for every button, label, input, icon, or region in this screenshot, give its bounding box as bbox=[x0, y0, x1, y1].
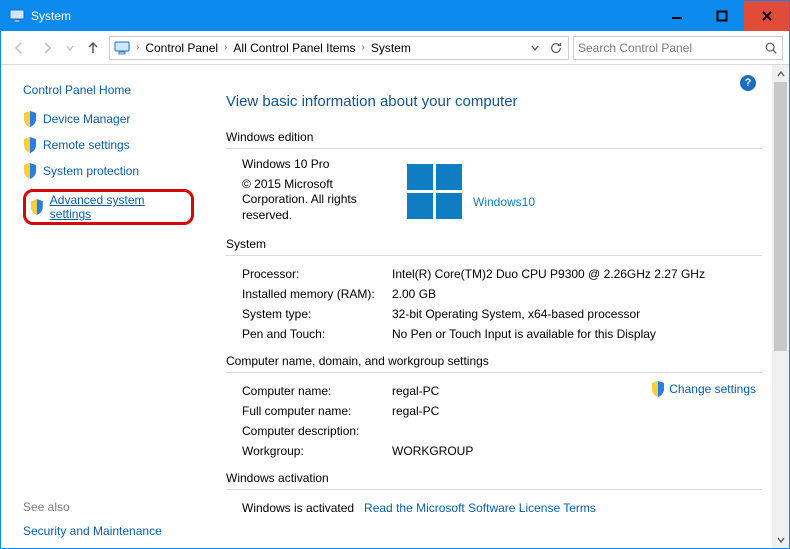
refresh-button[interactable] bbox=[548, 36, 564, 60]
section-windows-edition: Windows edition bbox=[226, 130, 762, 149]
computer-description-label: Computer description: bbox=[242, 424, 392, 438]
minimize-button[interactable] bbox=[654, 1, 699, 31]
breadcrumb[interactable]: › Control Panel › All Control Panel Item… bbox=[109, 36, 569, 60]
sidebar-item-advanced-system-settings[interactable]: Advanced system settings bbox=[23, 189, 194, 225]
crumb-dropdown-icon[interactable] bbox=[530, 43, 540, 53]
system-icon bbox=[9, 8, 25, 24]
workgroup-label: Workgroup: bbox=[242, 444, 392, 458]
processor-value: Intel(R) Core(TM)2 Duo CPU P9300 @ 2.26G… bbox=[392, 267, 762, 281]
sidebar-item-label: Device Manager bbox=[43, 112, 130, 126]
forward-button[interactable] bbox=[35, 36, 59, 60]
search-icon[interactable] bbox=[764, 41, 778, 55]
scroll-thumb[interactable] bbox=[774, 82, 787, 351]
full-computer-name-value: regal-PC bbox=[392, 404, 762, 418]
windows-logo: Windows10 bbox=[401, 157, 762, 227]
scroll-track[interactable] bbox=[772, 82, 789, 531]
see-also-security-maintenance[interactable]: Security and Maintenance bbox=[23, 524, 194, 538]
chevron-right-icon[interactable]: › bbox=[222, 42, 229, 53]
processor-label: Processor: bbox=[242, 267, 392, 281]
windows-copyright: © 2015 Microsoft Corporation. All rights… bbox=[242, 177, 401, 224]
computer-description-value bbox=[392, 424, 762, 438]
computer-name-label: Computer name: bbox=[242, 384, 392, 398]
up-button[interactable] bbox=[81, 36, 105, 60]
see-also-header: See also bbox=[23, 500, 194, 514]
maximize-button[interactable] bbox=[699, 1, 744, 31]
help-button[interactable]: ? bbox=[740, 75, 756, 91]
shield-icon bbox=[23, 111, 37, 127]
address-bar: › Control Panel › All Control Panel Item… bbox=[1, 31, 789, 65]
change-settings-link[interactable]: Change settings bbox=[651, 381, 756, 397]
search-placeholder: Search Control Panel bbox=[578, 41, 692, 55]
license-terms-link[interactable]: Read the Microsoft Software License Term… bbox=[364, 501, 596, 515]
workgroup-value: WORKGROUP bbox=[392, 444, 762, 458]
sidebar-item-remote-settings[interactable]: Remote settings bbox=[23, 137, 194, 153]
scroll-down-button[interactable] bbox=[772, 531, 789, 548]
sidebar-item-device-manager[interactable]: Device Manager bbox=[23, 111, 194, 127]
change-settings-label: Change settings bbox=[669, 382, 756, 396]
shield-icon bbox=[23, 137, 37, 153]
activation-status: Windows is activated bbox=[242, 501, 354, 515]
window-title: System bbox=[31, 9, 654, 23]
section-activation: Windows activation bbox=[226, 471, 762, 490]
search-input[interactable]: Search Control Panel bbox=[573, 36, 783, 60]
crumb-all-items[interactable]: All Control Panel Items bbox=[233, 41, 355, 55]
sidebar-item-label: System protection bbox=[43, 164, 139, 178]
shield-icon bbox=[651, 381, 665, 397]
windows-logo-text: Windows10 bbox=[473, 195, 535, 209]
windows-edition-name: Windows 10 Pro bbox=[242, 157, 401, 173]
content-panel: ? View basic information about your comp… bbox=[206, 65, 772, 548]
pen-touch-value: No Pen or Touch Input is available for t… bbox=[392, 327, 762, 341]
crumb-system[interactable]: System bbox=[371, 41, 411, 55]
ram-label: Installed memory (RAM): bbox=[242, 287, 392, 301]
shield-icon bbox=[23, 163, 37, 179]
system-type-value: 32-bit Operating System, x64-based proce… bbox=[392, 307, 762, 321]
back-button[interactable] bbox=[7, 36, 31, 60]
system-type-label: System type: bbox=[242, 307, 392, 321]
sidebar-item-system-protection[interactable]: System protection bbox=[23, 163, 194, 179]
recent-dropdown[interactable] bbox=[63, 36, 77, 60]
control-panel-home-link[interactable]: Control Panel Home bbox=[23, 83, 194, 97]
crumb-control-panel[interactable]: Control Panel bbox=[145, 41, 218, 55]
pen-touch-label: Pen and Touch: bbox=[242, 327, 392, 341]
titlebar: System bbox=[1, 1, 789, 31]
section-system: System bbox=[226, 237, 762, 256]
page-title: View basic information about your comput… bbox=[226, 93, 762, 110]
chevron-right-icon[interactable]: › bbox=[134, 42, 141, 53]
vertical-scrollbar[interactable] bbox=[772, 65, 789, 548]
close-button[interactable] bbox=[744, 1, 789, 31]
sidebar-item-label: Remote settings bbox=[43, 138, 130, 152]
section-computer-name: Computer name, domain, and workgroup set… bbox=[226, 354, 762, 373]
full-computer-name-label: Full computer name: bbox=[242, 404, 392, 418]
monitor-icon bbox=[114, 40, 130, 56]
chevron-right-icon[interactable]: › bbox=[359, 42, 366, 53]
scroll-up-button[interactable] bbox=[772, 65, 789, 82]
sidebar-item-label: Advanced system settings bbox=[50, 193, 187, 221]
sidebar: Control Panel Home Device Manager Remote… bbox=[1, 65, 206, 548]
shield-icon bbox=[30, 199, 44, 215]
ram-value: 2.00 GB bbox=[392, 287, 762, 301]
